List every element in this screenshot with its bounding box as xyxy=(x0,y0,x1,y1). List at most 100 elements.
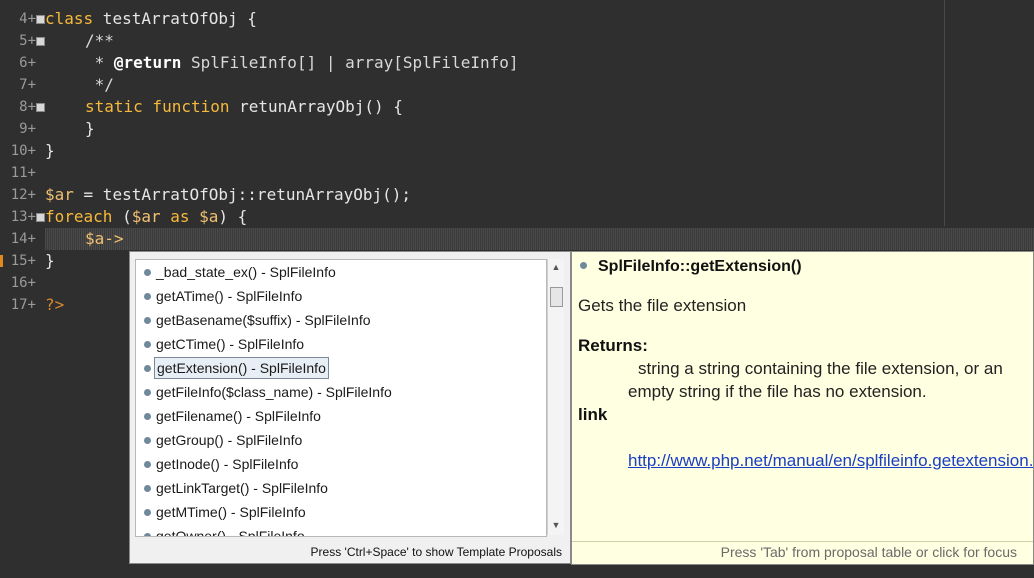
documentation-pane[interactable]: SplFileInfo::getExtension() Gets the fil… xyxy=(571,251,1034,565)
line-number: 4+ xyxy=(19,11,36,27)
line-number: 14+ xyxy=(10,231,36,247)
method-icon xyxy=(144,485,151,492)
method-icon xyxy=(144,341,151,348)
doc-description: Gets the file extension xyxy=(578,296,747,315)
completion-item[interactable]: getCTime() - SplFileInfo xyxy=(136,332,546,356)
completion-item[interactable]: getBasename($suffix) - SplFileInfo xyxy=(136,308,546,332)
code-line: } xyxy=(85,119,95,138)
fold-toggle-icon[interactable] xyxy=(36,37,45,46)
method-icon xyxy=(144,317,151,324)
line-number: 9+ xyxy=(19,121,36,137)
completion-item[interactable]: getInode() - SplFileInfo xyxy=(136,452,546,476)
method-icon xyxy=(144,533,151,536)
method-icon xyxy=(144,293,151,300)
doc-footer-hint: Press 'Tab' from proposal table or click… xyxy=(720,544,1017,560)
function-name: retunArrayObj() { xyxy=(229,97,403,116)
completion-item[interactable]: getATime() - SplFileInfo xyxy=(136,284,546,308)
keyword: class xyxy=(45,9,94,28)
expression: = testArratOfObj::retunArrayObj(); xyxy=(73,185,412,204)
code-line: /** xyxy=(85,31,114,50)
completion-item[interactable]: getFilename() - SplFileInfo xyxy=(136,404,546,428)
variable: $ar xyxy=(45,185,74,204)
code-line: } xyxy=(45,141,55,160)
keyword: static function xyxy=(85,97,230,116)
punct: ) { xyxy=(218,207,248,226)
code-line: static function retunArrayObj() { xyxy=(85,96,403,118)
completion-list[interactable]: _bad_state_ex() - SplFileInfo getATime() … xyxy=(135,259,547,537)
completion-item-label: getBasename($suffix) - SplFileInfo xyxy=(156,312,371,328)
line-number: 13+ xyxy=(10,209,36,225)
completion-item-label: getCTime() - SplFileInfo xyxy=(156,336,305,352)
doc-title: SplFileInfo::getExtension() xyxy=(598,258,802,275)
method-icon xyxy=(144,437,151,444)
code-line: */ xyxy=(85,75,114,94)
code-line: ?> xyxy=(45,295,65,314)
scroll-up-icon[interactable]: ▲ xyxy=(550,262,562,274)
completion-item[interactable]: getFileInfo($class_name) - SplFileInfo xyxy=(136,380,546,404)
keyword: foreach xyxy=(45,207,113,226)
fold-toggle-icon[interactable] xyxy=(36,103,45,112)
completion-item-label: getExtension() - SplFileInfo xyxy=(154,357,329,379)
completion-item[interactable]: getExtension() - SplFileInfo xyxy=(136,356,546,380)
line-number: 6+ xyxy=(19,55,36,71)
fold-toggle-icon[interactable] xyxy=(36,15,45,24)
completion-scrollbar[interactable]: ▲ ▼ xyxy=(547,259,564,535)
code-line: $a-> xyxy=(85,229,124,248)
punct: ( xyxy=(112,207,132,226)
completion-item-label: getLinkTarget() - SplFileInfo xyxy=(156,480,328,496)
variable: $ar xyxy=(131,207,161,226)
scroll-thumb[interactable] xyxy=(550,287,563,307)
line-number: 7+ xyxy=(19,77,36,93)
code-line: class testArratOfObj { xyxy=(45,8,257,30)
completion-item-label: _bad_state_ex() - SplFileInfo xyxy=(156,264,336,280)
method-icon xyxy=(144,461,151,468)
fold-toggle-icon[interactable] xyxy=(36,213,45,222)
completion-footer-hint: Press 'Ctrl+Space' to show Template Prop… xyxy=(310,545,562,559)
completion-item-label: getFileInfo($class_name) - SplFileInfo xyxy=(156,384,392,400)
doc-star: * xyxy=(85,53,114,72)
doc-returns-text: empty string if the file has no extensio… xyxy=(628,382,927,401)
scroll-down-icon[interactable]: ▼ xyxy=(550,520,562,532)
line-number: 17+ xyxy=(10,297,36,313)
completion-item-label: getMTime() - SplFileInfo xyxy=(156,504,306,520)
line-number: 8+ xyxy=(19,99,36,115)
completion-item-label: getATime() - SplFileInfo xyxy=(156,288,303,304)
completion-item-label: getInode() - SplFileInfo xyxy=(156,456,299,472)
code-line: } xyxy=(45,251,55,270)
doc-link-heading: link xyxy=(578,405,608,424)
method-icon xyxy=(144,269,151,276)
code-line: foreach ($ar as $a) { xyxy=(45,206,247,228)
doc-returns-heading: Returns: xyxy=(578,336,648,355)
completion-item[interactable]: getMTime() - SplFileInfo xyxy=(136,500,546,524)
doc-footer: Press 'Tab' from proposal table or click… xyxy=(572,541,1033,564)
doc-type: SplFileInfo[] | array[SplFileInfo] xyxy=(181,53,519,72)
completion-item-label: getFilename() - SplFileInfo xyxy=(156,408,321,424)
completion-popup[interactable]: _bad_state_ex() - SplFileInfo getATime() … xyxy=(129,251,571,564)
keyword: as xyxy=(160,207,200,226)
line-number: 12+ xyxy=(10,187,36,203)
line-number: 5+ xyxy=(19,33,36,49)
editor-bottom-edge xyxy=(0,566,1034,578)
completion-item[interactable]: getGroup() - SplFileInfo xyxy=(136,428,546,452)
line-number: 11+ xyxy=(10,165,36,181)
variable: $a xyxy=(199,207,219,226)
line-number: 16+ xyxy=(10,275,36,291)
method-icon xyxy=(580,262,587,269)
method-icon xyxy=(144,413,151,420)
line-number: 15+ xyxy=(10,253,36,269)
class-name: testArratOfObj { xyxy=(93,9,257,28)
method-icon xyxy=(144,509,151,516)
completion-item[interactable]: getLinkTarget() - SplFileInfo xyxy=(136,476,546,500)
doc-returns-text: string a string containing the file exte… xyxy=(638,359,1003,378)
code-line: $ar = testArratOfObj::retunArrayObj(); xyxy=(45,184,411,206)
completion-item[interactable]: getOwner() - SplFileInfo xyxy=(136,524,546,537)
completion-item-label: getOwner() - SplFileInfo xyxy=(156,528,305,537)
completion-item-label: getGroup() - SplFileInfo xyxy=(156,432,303,448)
method-icon xyxy=(144,365,151,372)
line-number-gutter: 4+ 5+ 6+ 7+ 8+ 9+ 10+ 11+ 12+ 13+ 14+ 15… xyxy=(0,0,45,578)
doc-tag: @return xyxy=(113,53,182,72)
completion-item[interactable]: _bad_state_ex() - SplFileInfo xyxy=(136,260,546,284)
line-number: 10+ xyxy=(10,143,36,159)
doc-link[interactable]: http://www.php.net/manual/en/splfileinfo… xyxy=(628,451,1033,471)
method-icon xyxy=(144,389,151,396)
